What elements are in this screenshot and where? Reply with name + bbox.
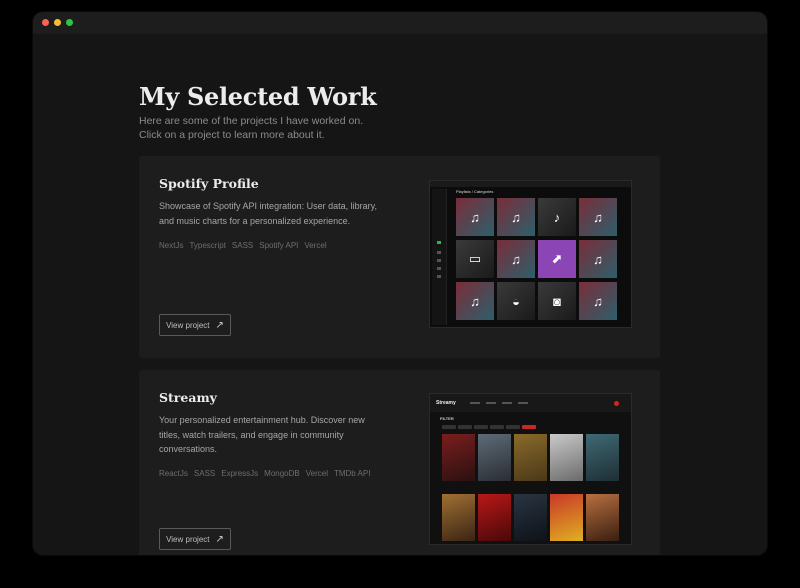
arrow-up-right-icon: ↗ — [215, 319, 224, 331]
view-project-button[interactable]: View project ↗ — [159, 528, 231, 550]
arrow-up-right-icon: ↗ — [215, 533, 224, 545]
nav-link — [470, 402, 480, 404]
movie-poster — [586, 494, 619, 541]
view-project-button[interactable]: View project ↗ — [159, 314, 231, 336]
music-note-icon: ♫ — [579, 198, 617, 236]
page-intro: Here are some of the projects I have wor… — [139, 114, 439, 142]
tech-tag: ReactJs — [159, 469, 188, 478]
mockup-topbar: Streamy — [430, 394, 631, 412]
project-description: Showcase of Spotify API integration: Use… — [159, 201, 377, 226]
maximize-window-button[interactable] — [66, 19, 73, 26]
tech-tag: MongoDB — [264, 469, 300, 478]
sidebar-dot — [437, 267, 441, 270]
project-description: Your personalized entertainment hub. Dis… — [159, 415, 365, 454]
browser-window: My Selected Work Here are some of the pr… — [33, 12, 767, 555]
window-titlebar — [33, 12, 767, 34]
mockup-filter-label: FILTER — [440, 416, 454, 421]
movie-poster — [442, 494, 475, 541]
tech-tags: NextJs Typescript SASS Spotify API Verce… — [159, 241, 327, 250]
music-note-icon: ♫ — [579, 240, 617, 278]
nav-link — [502, 402, 512, 404]
guitar-icon: ♪ — [538, 198, 576, 236]
project-card-spotify-profile[interactable]: Spotify Profile Showcase of Spotify API … — [139, 156, 660, 358]
sidebar-dot — [437, 241, 441, 244]
sidebar-dot — [437, 259, 441, 262]
mockup-logo: Streamy — [436, 400, 456, 406]
view-project-label: View project — [166, 320, 210, 330]
tech-tag: SASS — [193, 469, 216, 478]
music-note-icon: ♫ — [497, 198, 535, 236]
filter-chip — [458, 425, 472, 429]
intro-line-2: Click on a project to learn more about i… — [139, 129, 325, 141]
tech-tags: ReactJs SASS ExpressJs MongoDB Vercel TM… — [159, 469, 370, 478]
arrow-icon: ⬈ — [538, 240, 576, 278]
music-note-icon: ♫ — [456, 198, 494, 236]
filter-chip-active — [522, 425, 536, 429]
movie-poster — [550, 434, 583, 481]
music-note-icon: ♫ — [579, 282, 617, 320]
movie-poster — [478, 494, 511, 541]
project-screenshot-spotify[interactable]: Playlists / Categories ♫ ♫ ♪ ♫ ▭ ♫ ⬈ ♫ ♫… — [429, 180, 632, 328]
mockup-section-label: Playlists / Categories — [456, 189, 494, 194]
movie-poster — [550, 494, 583, 541]
music-note-icon: ♫ — [497, 240, 535, 278]
project-title: Streamy — [159, 390, 217, 405]
movie-poster — [478, 434, 511, 481]
tech-tag: Spotify API — [259, 241, 299, 250]
tech-tag: TMDb API — [333, 469, 371, 478]
movie-poster — [586, 434, 619, 481]
movie-poster — [442, 434, 475, 481]
tech-tag: NextJs — [159, 241, 184, 250]
tech-tag: Vercel — [304, 241, 327, 250]
sidebar-dot — [437, 275, 441, 278]
nav-link — [518, 402, 528, 404]
sidebar-dot — [437, 251, 441, 254]
tech-tag: SASS — [231, 241, 254, 250]
minimize-window-button[interactable] — [54, 19, 61, 26]
avatar — [614, 401, 619, 406]
movie-poster — [514, 494, 547, 541]
mockup-sidebar — [432, 189, 447, 325]
image-icon: ▭ — [456, 240, 494, 278]
nav-link — [486, 402, 496, 404]
cassette-icon: ◙ — [538, 282, 576, 320]
view-project-label: View project — [166, 534, 210, 544]
album-art-icon: ◒ — [497, 282, 535, 320]
intro-line-1: Here are some of the projects I have wor… — [139, 115, 364, 127]
filter-chip — [490, 425, 504, 429]
close-window-button[interactable] — [42, 19, 49, 26]
tech-tag: Vercel — [305, 469, 328, 478]
mockup-titlebar — [430, 181, 631, 187]
project-title: Spotify Profile — [159, 176, 259, 191]
project-screenshot-streamy[interactable]: Streamy FILTER — [429, 393, 632, 545]
movie-poster — [514, 434, 547, 481]
filter-chip — [506, 425, 520, 429]
music-note-icon: ♫ — [456, 282, 494, 320]
tech-tag: ExpressJs — [221, 469, 259, 478]
filter-chip — [474, 425, 488, 429]
tech-tag: Typescript — [189, 241, 226, 250]
project-card-streamy[interactable]: Streamy Your personalized entertainment … — [139, 370, 660, 555]
page-title: My Selected Work — [139, 82, 377, 111]
filter-chip — [442, 425, 456, 429]
